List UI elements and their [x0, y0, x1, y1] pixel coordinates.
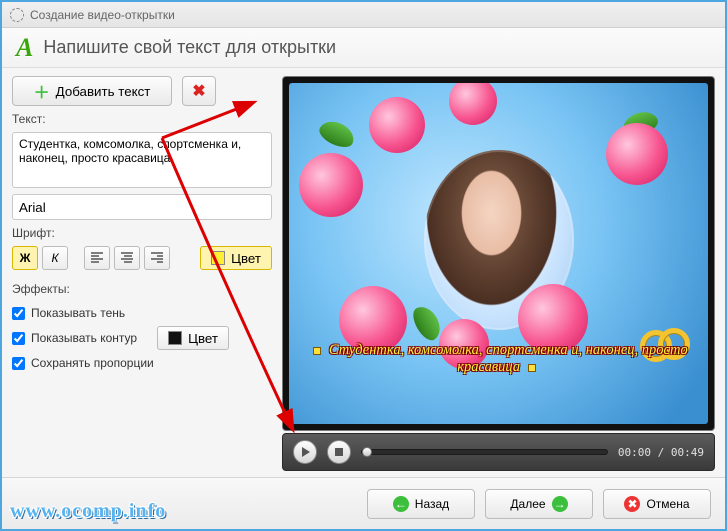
proportions-checkbox-row[interactable]: Сохранять пропорции	[12, 356, 272, 370]
back-button-label: Назад	[415, 497, 449, 511]
italic-button[interactable]: К	[42, 246, 68, 270]
player-controls: 00:00 / 00:49	[282, 433, 715, 471]
align-center-button[interactable]	[114, 246, 140, 270]
left-panel: ＋ Добавить текст ✖ Текст: Шрифт: Ж К	[12, 76, 272, 471]
effects-label: Эффекты:	[12, 282, 272, 296]
app-window: Создание видео-открытки A Напишите свой …	[0, 0, 727, 531]
preview-area: Студентка, комсомолка, спортсменка и, на…	[282, 76, 715, 431]
effects-group: Показывать тень Показывать контур Цвет С…	[12, 306, 272, 370]
rose-decoration	[606, 123, 668, 185]
contour-color-swatch	[168, 331, 182, 345]
contour-color-label: Цвет	[188, 331, 218, 346]
resize-handle[interactable]	[528, 364, 536, 372]
cancel-button-label: Отмена	[646, 497, 689, 511]
shadow-checkbox-label: Показывать тень	[31, 306, 125, 320]
time-total: 00:49	[671, 446, 704, 459]
stop-icon	[335, 448, 343, 456]
rose-decoration	[449, 83, 497, 125]
play-icon	[302, 447, 310, 457]
back-button[interactable]: ← Назад	[367, 489, 475, 519]
font-section-label: Шрифт:	[12, 226, 272, 240]
leaf-decoration	[316, 116, 358, 151]
text-field-label: Текст:	[12, 112, 272, 126]
next-button-label: Далее	[510, 497, 545, 511]
contour-checkbox-label: Показывать контур	[31, 331, 137, 345]
page-title: Напишите свой текст для открытки	[43, 37, 336, 58]
titlebar: Создание видео-открытки	[2, 2, 725, 28]
cancel-icon: ✖	[624, 496, 640, 512]
app-icon	[10, 8, 24, 22]
delete-icon: ✖	[192, 81, 205, 101]
contour-checkbox-row[interactable]: Показывать контур	[12, 331, 137, 345]
text-color-label: Цвет	[231, 251, 261, 266]
arrow-right-icon: →	[552, 496, 568, 512]
delete-text-button[interactable]: ✖	[182, 76, 216, 106]
align-left-icon	[91, 252, 103, 264]
cancel-button[interactable]: ✖ Отмена	[603, 489, 711, 519]
shadow-checkbox-row[interactable]: Показывать тень	[12, 306, 272, 320]
arrow-left-icon: ←	[393, 496, 409, 512]
text-color-swatch	[211, 251, 225, 265]
window-title: Создание видео-открытки	[30, 8, 175, 22]
shadow-checkbox[interactable]	[12, 307, 25, 320]
play-button[interactable]	[293, 440, 317, 464]
text-color-button[interactable]: Цвет	[200, 246, 272, 270]
watermark: www.ocomp.info	[10, 500, 166, 523]
footer: ← Назад Далее → ✖ Отмена www.ocomp.info	[2, 477, 725, 529]
proportions-checkbox-label: Сохранять пропорции	[31, 356, 154, 370]
align-right-icon	[151, 252, 163, 264]
add-text-label: Добавить текст	[56, 84, 151, 99]
plus-icon: ＋	[34, 79, 50, 103]
next-button[interactable]: Далее →	[485, 489, 593, 519]
seek-bar[interactable]	[361, 449, 608, 455]
text-overlay[interactable]: Студентка, комсомолка, спортсменка и, на…	[297, 342, 700, 376]
font-toolbar: Ж К Цвет	[12, 246, 272, 270]
font-select[interactable]	[12, 194, 272, 220]
rose-decoration	[369, 97, 425, 153]
time-current: 00:00	[618, 446, 651, 459]
contour-color-button[interactable]: Цвет	[157, 326, 229, 350]
align-right-button[interactable]	[144, 246, 170, 270]
text-tool-icon: A	[16, 33, 33, 63]
rose-decoration	[299, 153, 363, 217]
resize-handle[interactable]	[313, 347, 321, 355]
proportions-checkbox[interactable]	[12, 357, 25, 370]
contour-checkbox[interactable]	[12, 332, 25, 345]
preview-frame: Студентка, комсомолка, спортсменка и, на…	[289, 83, 708, 424]
seek-thumb[interactable]	[362, 447, 372, 457]
stop-button[interactable]	[327, 440, 351, 464]
align-center-icon	[121, 252, 133, 264]
add-text-button[interactable]: ＋ Добавить текст	[12, 76, 172, 106]
time-display: 00:00 / 00:49	[618, 446, 704, 459]
body: ＋ Добавить текст ✖ Текст: Шрифт: Ж К	[2, 68, 725, 471]
right-panel: Студентка, комсомолка, спортсменка и, на…	[282, 76, 715, 471]
align-left-button[interactable]	[84, 246, 110, 270]
text-input[interactable]	[12, 132, 272, 188]
bold-button[interactable]: Ж	[12, 246, 38, 270]
header: A Напишите свой текст для открытки	[2, 28, 725, 68]
overlay-text-content: Студентка, комсомолка, спортсменка и, на…	[329, 342, 688, 375]
